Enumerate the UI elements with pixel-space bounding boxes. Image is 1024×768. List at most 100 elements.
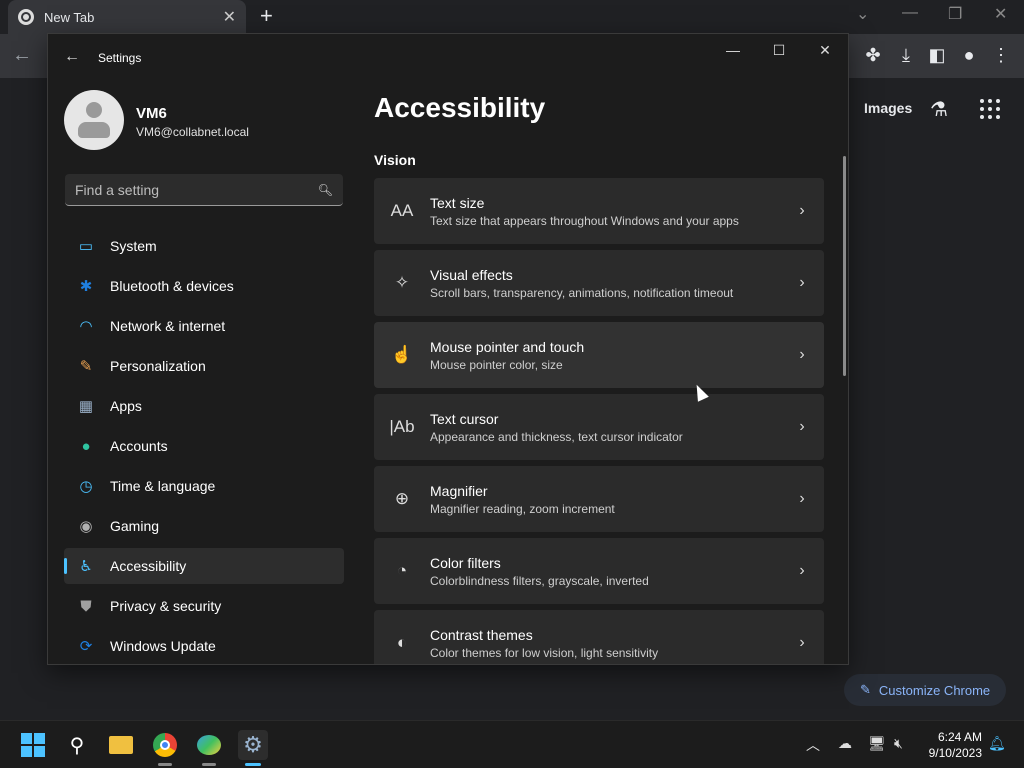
settings-maximize-icon[interactable]: ☐ <box>764 42 794 59</box>
sidebar-item-label: Privacy & security <box>110 598 222 614</box>
setting-card-mouse-pointer-and-touch[interactable]: ☝ Mouse pointer and touch Mouse pointer co… <box>374 322 824 388</box>
sidebar-item-apps[interactable]: ▦ Apps <box>64 388 344 424</box>
app-globe-icon[interactable] <box>194 730 224 766</box>
search-input[interactable] <box>75 181 318 198</box>
settings-close-icon[interactable]: ✕ <box>810 42 840 59</box>
wifi-icon: ◠ <box>79 318 93 335</box>
sidebar-item-personalization[interactable]: ✎ Personalization <box>64 348 344 384</box>
card-subtitle: Colorblindness filters, grayscale, inver… <box>430 573 649 588</box>
settings-nav: ▭ System ✱ Bluetooth & devices ◠ Network & in… <box>64 228 344 664</box>
extensions-icon[interactable]: ✤ <box>862 44 884 66</box>
sidebar-item-network-internet[interactable]: ◠ Network & internet <box>64 308 344 344</box>
scrollbar[interactable] <box>843 156 846 376</box>
side-panel-icon[interactable]: ◧ <box>926 44 948 66</box>
mouse-pointer-icon: ☝ <box>391 345 413 364</box>
sidebar-item-label: Network & internet <box>110 318 226 334</box>
card-subtitle: Appearance and thickness, text cursor in… <box>430 429 683 444</box>
sidebar-item-accounts[interactable]: ● Accounts <box>64 428 344 464</box>
restore-icon[interactable]: ❐ <box>948 4 962 24</box>
chevron-right-icon: › <box>799 202 805 219</box>
settings-back-icon[interactable]: ← <box>64 48 80 66</box>
card-title: Visual effects <box>430 266 513 283</box>
card-text: Text cursor Appearance and thickness, tex… <box>430 411 780 444</box>
sidebar-item-windows-update[interactable]: ⟳ Windows Update <box>64 628 344 664</box>
taskbar-search-icon[interactable]: ⚲ <box>62 730 92 760</box>
settings-titlebar: ← Settings — ☐ ✕ <box>48 34 848 82</box>
main-content: Accessibility Vision AA Text size Text siz… <box>374 82 834 664</box>
sidebar-item-bluetooth-devices[interactable]: ✱ Bluetooth & devices <box>64 268 344 304</box>
settings-taskbar-icon[interactable]: ⚙ <box>238 730 268 766</box>
notification-bell-icon[interactable]: 🔔︎ <box>988 735 1006 752</box>
user-name: VM6 <box>136 105 167 122</box>
network-icon[interactable]: 🖥︎ <box>868 735 886 752</box>
profile-icon[interactable]: ● <box>958 44 980 66</box>
setting-card-magnifier[interactable]: ⊕ Magnifier Magnifier reading, zoom increm… <box>374 466 824 532</box>
new-tab-button[interactable]: + <box>260 5 273 27</box>
clock-time: 6:24 AM <box>937 730 982 744</box>
chevron-right-icon: › <box>799 490 805 507</box>
card-text: Magnifier Magnifier reading, zoom increme… <box>430 483 780 516</box>
chevron-right-icon: › <box>799 346 805 363</box>
close-tab-icon[interactable]: ✕ <box>223 7 236 27</box>
card-title: Text size <box>430 194 485 211</box>
chrome-tab[interactable]: New Tab ✕ <box>8 0 246 34</box>
magnifier-icon: ⊕ <box>394 489 410 508</box>
card-subtitle: Text size that appears throughout Window… <box>430 213 739 228</box>
menu-icon[interactable]: ⋮ <box>990 44 1012 66</box>
customize-chrome-button[interactable]: ✎ Customize Chrome <box>844 674 1006 706</box>
card-subtitle: Magnifier reading, zoom increment <box>430 501 615 516</box>
close-window-icon[interactable]: ✕ <box>994 4 1007 24</box>
card-subtitle: Mouse pointer color, size <box>430 357 563 372</box>
card-text: Contrast themes Color themes for low visi… <box>430 627 780 660</box>
images-link[interactable]: Images <box>864 100 912 116</box>
sidebar-item-accessibility[interactable]: ♿︎ Accessibility <box>64 548 344 584</box>
user-profile[interactable]: VM6 VM6@collabnet.local <box>64 90 344 152</box>
bluetooth-icon: ✱ <box>79 278 93 295</box>
avatar <box>64 90 124 150</box>
taskbar: ⚲ ⚙ ︿ ☁ 🖥︎ 🔇︎ 6:24 AM 9/10/2023 🔔︎ <box>0 720 1024 768</box>
update-icon: ⟳ <box>79 638 93 655</box>
settings-search[interactable]: 🔍︎ <box>65 174 343 206</box>
sidebar-item-label: Accounts <box>110 438 168 454</box>
sidebar-item-system[interactable]: ▭ System <box>64 228 344 264</box>
setting-card-text-size[interactable]: AA Text size Text size that appears throug… <box>374 178 824 244</box>
minimize-icon[interactable]: — <box>902 4 918 22</box>
palette-icon: ◔ <box>396 561 408 580</box>
sidebar-item-privacy-security[interactable]: ⛊ Privacy & security <box>64 588 344 624</box>
clock-date: 9/10/2023 <box>928 746 982 760</box>
person-icon: ● <box>81 437 91 455</box>
vision-cards: AA Text size Text size that appears throug… <box>374 178 824 664</box>
tab-search-icon[interactable]: ⌄ <box>856 4 869 24</box>
browser-back-icon[interactable]: ← <box>12 44 32 67</box>
cloud-icon[interactable]: ☁ <box>838 735 852 752</box>
clock[interactable]: 6:24 AM 9/10/2023 <box>926 729 982 761</box>
tray-overflow-icon[interactable]: ︿ <box>806 735 820 755</box>
text-cursor-icon: |Ab <box>389 417 415 436</box>
setting-card-visual-effects[interactable]: ✧ Visual effects Scroll bars, transparency… <box>374 250 824 316</box>
windows-logo-icon <box>21 733 45 757</box>
sidebar-item-label: Gaming <box>110 518 160 534</box>
chrome-tab-strip: New Tab ✕ + ⌄ — ❐ ✕ <box>0 0 1024 34</box>
card-text: Visual effects Scroll bars, transparency,… <box>430 267 780 300</box>
setting-card-color-filters[interactable]: ◔ Color filters Colorblindness filters, gr… <box>374 538 824 604</box>
download-icon[interactable]: ⤓ <box>895 44 917 66</box>
google-apps-icon[interactable] <box>980 99 1000 119</box>
start-button[interactable] <box>18 730 48 760</box>
labs-icon[interactable]: ⚗ <box>930 97 948 122</box>
chevron-right-icon: › <box>799 634 805 651</box>
settings-minimize-icon[interactable]: — <box>718 42 748 58</box>
file-explorer-icon[interactable] <box>106 730 136 760</box>
card-title: Contrast themes <box>430 626 533 643</box>
volume-icon[interactable]: 🔇︎ <box>894 735 903 752</box>
sidebar-item-time-language[interactable]: ◷ Time & language <box>64 468 344 504</box>
setting-card-text-cursor[interactable]: |Ab Text cursor Appearance and thickness, … <box>374 394 824 460</box>
customize-chrome-label: Customize Chrome <box>878 682 991 698</box>
text-size-icon: AA <box>390 201 414 220</box>
sidebar-item-gaming[interactable]: ◉ Gaming <box>64 508 344 544</box>
card-subtitle: Scroll bars, transparency, animations, n… <box>430 285 734 300</box>
chrome-taskbar-icon[interactable] <box>150 730 180 766</box>
setting-card-contrast-themes[interactable]: ◐ Contrast themes Color themes for low vis… <box>374 610 824 664</box>
sidebar-item-label: System <box>110 238 157 254</box>
settings-window: ← Settings — ☐ ✕ VM6 VM6@collabnet.local… <box>47 33 849 665</box>
card-text: Text size Text size that appears througho… <box>430 195 780 228</box>
